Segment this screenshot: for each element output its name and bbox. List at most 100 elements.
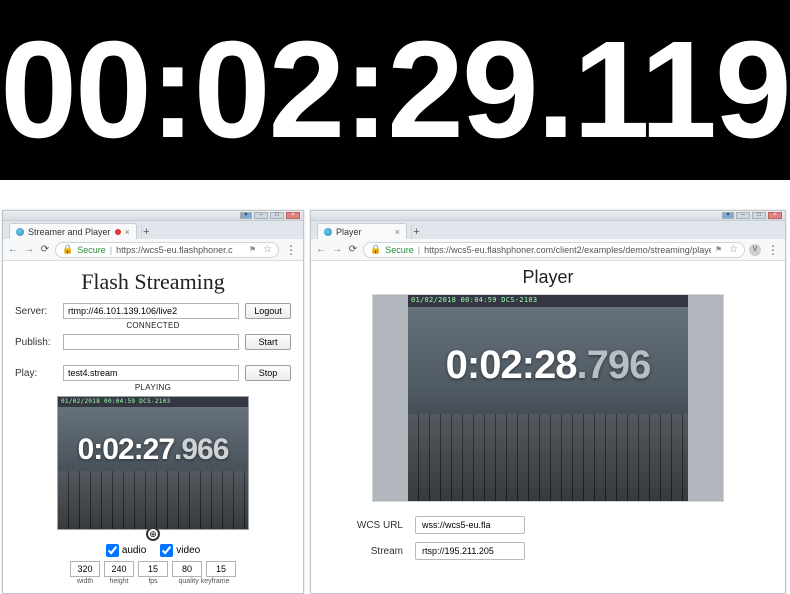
url-input[interactable]	[116, 245, 245, 255]
video-osd-header: 01/02/2018 00:04:59 DCS-2103	[408, 295, 688, 307]
row-stream: Stream	[353, 542, 773, 560]
page-title: Player	[323, 267, 773, 288]
video-preview: 01/02/2018 00:04:59 DCS-2103 0:02:27.966…	[57, 396, 249, 530]
address-bar[interactable]: 🔒 Secure | ⚑ ☆	[55, 242, 279, 258]
player-video: 01/02/2018 00:04:59 DCS-2103 0:02:28.796	[408, 295, 688, 501]
os-close-button[interactable]: ×	[768, 212, 782, 219]
url-input[interactable]	[424, 245, 711, 255]
wcs-url-label: WCS URL	[353, 520, 403, 531]
param-width-input[interactable]	[70, 561, 100, 577]
os-close-button[interactable]: ×	[286, 212, 300, 219]
browser-window-player: ▾ – □ × Player × + ← → ⟳ 🔒 Secure | ⚑ ☆	[310, 210, 786, 594]
browser-menu-button[interactable]: ⋮	[283, 243, 299, 257]
server-input[interactable]	[63, 303, 239, 319]
logout-button[interactable]: Logout	[245, 303, 291, 319]
server-label: Server:	[15, 306, 57, 317]
player-form: WCS URL Stream	[353, 516, 773, 560]
param-fps-input[interactable]	[138, 561, 168, 577]
magnify-icon[interactable]: ⊕	[146, 527, 160, 541]
favicon-icon	[324, 228, 332, 236]
url-separator: |	[110, 245, 112, 255]
nav-reload-button[interactable]: ⟳	[347, 244, 359, 256]
bookmark-icon[interactable]: ☆	[263, 244, 272, 255]
top-timer-value: 00:02:29.119	[0, 21, 789, 159]
extension-icon[interactable]: V	[749, 244, 761, 256]
param-fps-label: fps	[138, 578, 168, 585]
secure-label: Secure	[385, 245, 414, 255]
os-user-button[interactable]: ▾	[722, 212, 734, 219]
os-minimize-button[interactable]: –	[254, 212, 268, 219]
audio-checkbox[interactable]	[106, 544, 119, 557]
page-title: Flash Streaming	[15, 269, 291, 295]
wcs-url-input[interactable]	[415, 516, 525, 534]
video-timer-main: 0:02:27	[78, 433, 174, 466]
tab-streamer-player[interactable]: Streamer and Player ×	[9, 223, 137, 239]
start-button[interactable]: Start	[245, 334, 291, 350]
stream-label: Stream	[353, 546, 403, 557]
new-tab-button[interactable]: +	[411, 225, 421, 239]
tab-title: Player	[336, 227, 391, 237]
param-width-label: width	[70, 578, 100, 585]
browser-windows-row: ▾ – □ × Streamer and Player × + ← → ⟳ 🔒 …	[0, 210, 790, 594]
top-timer-banner: 00:02:29.119	[0, 0, 790, 180]
stop-button[interactable]: Stop	[245, 365, 291, 381]
audio-checkbox-label[interactable]: audio	[106, 544, 146, 557]
browser-menu-button[interactable]: ⋮	[765, 243, 781, 257]
status-playing: PLAYING	[15, 383, 291, 392]
lock-icon: 🔒	[62, 244, 73, 255]
av-checkbox-row: audio video	[15, 544, 291, 557]
param-quality-input[interactable]	[172, 561, 202, 577]
video-checkbox[interactable]	[160, 544, 173, 557]
row-publish: Publish: Start	[15, 334, 291, 350]
url-bar: ← → ⟳ 🔒 Secure | ⚑ ☆ V ⋮	[311, 239, 785, 261]
param-keyframe-input[interactable]	[206, 561, 236, 577]
translate-icon[interactable]: ⚑	[249, 245, 259, 255]
publish-input[interactable]	[63, 334, 239, 350]
tab-strip: Streamer and Player × +	[3, 221, 303, 239]
os-maximize-button[interactable]: □	[752, 212, 766, 219]
video-timer-ms: .966	[174, 433, 228, 466]
player-stage: 01/02/2018 00:04:59 DCS-2103 0:02:28.796	[372, 294, 724, 502]
stream-input[interactable]	[415, 542, 525, 560]
lock-icon: 🔒	[370, 244, 381, 255]
tab-close-button[interactable]: ×	[125, 227, 130, 237]
video-timer-overlay: 0:02:27.966	[58, 433, 248, 467]
new-tab-button[interactable]: +	[141, 225, 151, 239]
video-label: video	[176, 545, 200, 556]
video-timer-main: 0:02:28	[446, 343, 577, 387]
recording-icon	[115, 229, 121, 235]
address-bar[interactable]: 🔒 Secure | ⚑ ☆	[363, 242, 745, 258]
video-checkbox-label[interactable]: video	[160, 544, 200, 557]
tab-close-button[interactable]: ×	[395, 227, 400, 237]
url-bar: ← → ⟳ 🔒 Secure | ⚑ ☆ ⋮	[3, 239, 303, 261]
os-minimize-button[interactable]: –	[736, 212, 750, 219]
nav-forward-button[interactable]: →	[23, 244, 35, 256]
nav-back-button[interactable]: ←	[7, 244, 19, 256]
page-player: Player 01/02/2018 00:04:59 DCS-2103 0:02…	[311, 261, 785, 593]
tab-player[interactable]: Player ×	[317, 223, 407, 239]
url-separator: |	[418, 245, 420, 255]
secure-label: Secure	[77, 245, 106, 255]
video-subject-keyboard	[408, 414, 688, 501]
status-connected: CONNECTED	[15, 321, 291, 330]
nav-reload-button[interactable]: ⟳	[39, 244, 51, 256]
nav-back-button[interactable]: ←	[315, 244, 327, 256]
params-labels: width height fps quality keyframe	[15, 578, 291, 585]
os-user-button[interactable]: ▾	[240, 212, 252, 219]
param-height-input[interactable]	[104, 561, 134, 577]
os-maximize-button[interactable]: □	[270, 212, 284, 219]
os-titlebar: ▾ – □ ×	[3, 211, 303, 221]
tab-strip: Player × +	[311, 221, 785, 239]
translate-icon[interactable]: ⚑	[715, 245, 725, 255]
param-height-label: height	[104, 578, 134, 585]
bookmark-icon[interactable]: ☆	[729, 244, 738, 255]
nav-forward-button[interactable]: →	[331, 244, 343, 256]
video-timer-ms: .796	[577, 343, 651, 387]
gap	[0, 180, 790, 210]
play-label: Play:	[15, 368, 57, 379]
browser-window-streamer: ▾ – □ × Streamer and Player × + ← → ⟳ 🔒 …	[2, 210, 304, 594]
publish-label: Publish:	[15, 337, 57, 348]
play-input[interactable]	[63, 365, 239, 381]
row-server: Server: Logout	[15, 303, 291, 319]
audio-label: audio	[122, 545, 146, 556]
